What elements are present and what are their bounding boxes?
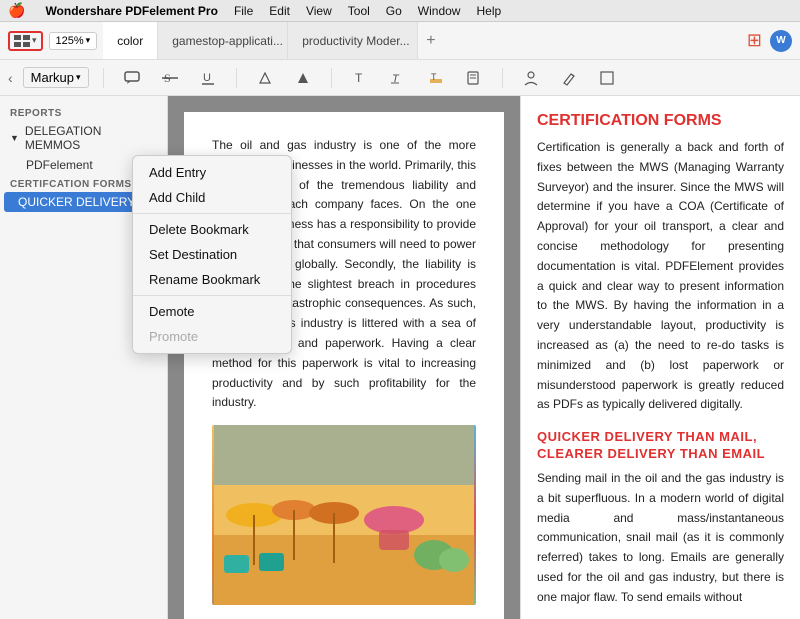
zoom-arrow: ▾ <box>86 35 91 46</box>
toolbar: ▾ 125% ▾ color gamestop-applicati... pro… <box>0 22 800 60</box>
svg-text:T: T <box>431 72 437 82</box>
nav-back-button[interactable]: ‹ <box>8 70 13 86</box>
ctx-rename-bookmark[interactable]: Rename Bookmark <box>133 267 291 292</box>
secondary-toolbar: ‹ Markup ▾ S U T T T <box>0 60 800 96</box>
menu-tool[interactable]: Tool <box>348 4 370 18</box>
sidebar-heading-reports: REPORTS <box>0 104 167 121</box>
sidebar: REPORTS ▼ DELEGATION MEMMOS PDFelement C… <box>0 96 168 619</box>
markup-arrow-icon: ▾ <box>76 72 81 83</box>
toolbar-separator-1 <box>103 68 104 88</box>
layout-arrow: ▾ <box>32 35 37 46</box>
eraser-fill-icon[interactable] <box>289 67 317 89</box>
highlight-icon[interactable]: T <box>422 67 450 89</box>
right-delivery-body: Sending mail in the oil and the gas indu… <box>537 469 784 608</box>
menubar: 🍎 Wondershare PDFelement Pro File Edit V… <box>0 0 800 22</box>
beach-scene-svg <box>212 425 476 605</box>
menu-window[interactable]: Window <box>418 4 461 18</box>
zoom-control[interactable]: 125% ▾ <box>49 32 98 50</box>
text-alt-icon[interactable]: T <box>384 67 412 89</box>
ctx-demote[interactable]: Demote <box>133 299 291 324</box>
apple-menu[interactable]: 🍎 <box>8 2 25 19</box>
right-cert-body: Certification is generally a back and fo… <box>537 138 784 415</box>
sidebar-delegation-label: DELEGATION MEMMOS <box>25 124 157 152</box>
user-avatar[interactable]: W <box>770 30 792 52</box>
menu-go[interactable]: Go <box>386 4 402 18</box>
frame-icon[interactable] <box>593 67 621 89</box>
note-icon[interactable] <box>460 67 488 89</box>
ctx-delete-bookmark[interactable]: Delete Bookmark <box>133 217 291 242</box>
tab-gamestop[interactable]: gamestop-applicati... <box>158 22 288 59</box>
markup-dropdown[interactable]: Markup ▾ <box>23 67 89 88</box>
toolbar-separator-2 <box>236 68 237 88</box>
menu-file[interactable]: File <box>234 4 253 18</box>
app-name: Wondershare PDFelement Pro <box>45 4 218 18</box>
pdf-page-right: CERTIFICATION FORMS Certification is gen… <box>520 96 800 619</box>
ctx-add-entry[interactable]: Add Entry <box>133 160 291 185</box>
tab-productivity[interactable]: productivity Moder... <box>288 22 418 59</box>
markup-label: Markup <box>31 70 74 85</box>
menu-view[interactable]: View <box>306 4 332 18</box>
ctx-promote: Promote <box>133 324 291 349</box>
svg-text:T: T <box>355 71 363 85</box>
ctx-separator-2 <box>133 295 291 296</box>
ctx-set-destination[interactable]: Set Destination <box>133 242 291 267</box>
pdf-image <box>212 425 476 605</box>
toolbar-separator-4 <box>502 68 503 88</box>
right-delivery-heading: QUICKER DELIVERY THAN MAIL, CLEARER DELI… <box>537 429 784 463</box>
text-icon[interactable]: T <box>346 67 374 89</box>
tab-add-button[interactable]: + <box>418 32 443 50</box>
layout-icon <box>14 35 30 47</box>
main-layout: REPORTS ▼ DELEGATION MEMMOS PDFelement C… <box>0 96 800 619</box>
person-icon[interactable] <box>517 67 545 89</box>
svg-text:U: U <box>203 72 211 84</box>
zoom-value: 125% <box>56 35 84 47</box>
tab-color[interactable]: color <box>103 22 158 59</box>
sidebar-quicker-label: QUICKER DELIVERY <box>18 195 135 209</box>
menu-edit[interactable]: Edit <box>269 4 290 18</box>
toolbar-separator-3 <box>331 68 332 88</box>
right-cert-heading: CERTIFICATION FORMS <box>537 112 784 130</box>
sidebar-pdfelement-label: PDFelement <box>26 158 93 172</box>
ctx-separator-1 <box>133 213 291 214</box>
eraser-icon[interactable] <box>251 67 279 89</box>
sidebar-item-delegation[interactable]: ▼ DELEGATION MEMMOS <box>0 121 167 155</box>
ctx-add-child[interactable]: Add Child <box>133 185 291 210</box>
context-menu-overlay: Add Entry Add Child Delete Bookmark Set … <box>132 155 292 354</box>
layout-button[interactable]: ▾ <box>8 31 43 51</box>
comment-icon[interactable] <box>118 67 146 89</box>
chevron-down-icon: ▼ <box>10 133 19 143</box>
menu-help[interactable]: Help <box>476 4 501 18</box>
context-menu: Add Entry Add Child Delete Bookmark Set … <box>132 155 292 354</box>
tab-bar: color gamestop-applicati... productivity… <box>103 22 737 59</box>
strikethrough-icon[interactable]: S <box>156 67 184 89</box>
underline-icon[interactable]: U <box>194 67 222 89</box>
pen-icon[interactable] <box>555 67 583 89</box>
grid-icon[interactable]: ⊞ <box>747 30 762 51</box>
